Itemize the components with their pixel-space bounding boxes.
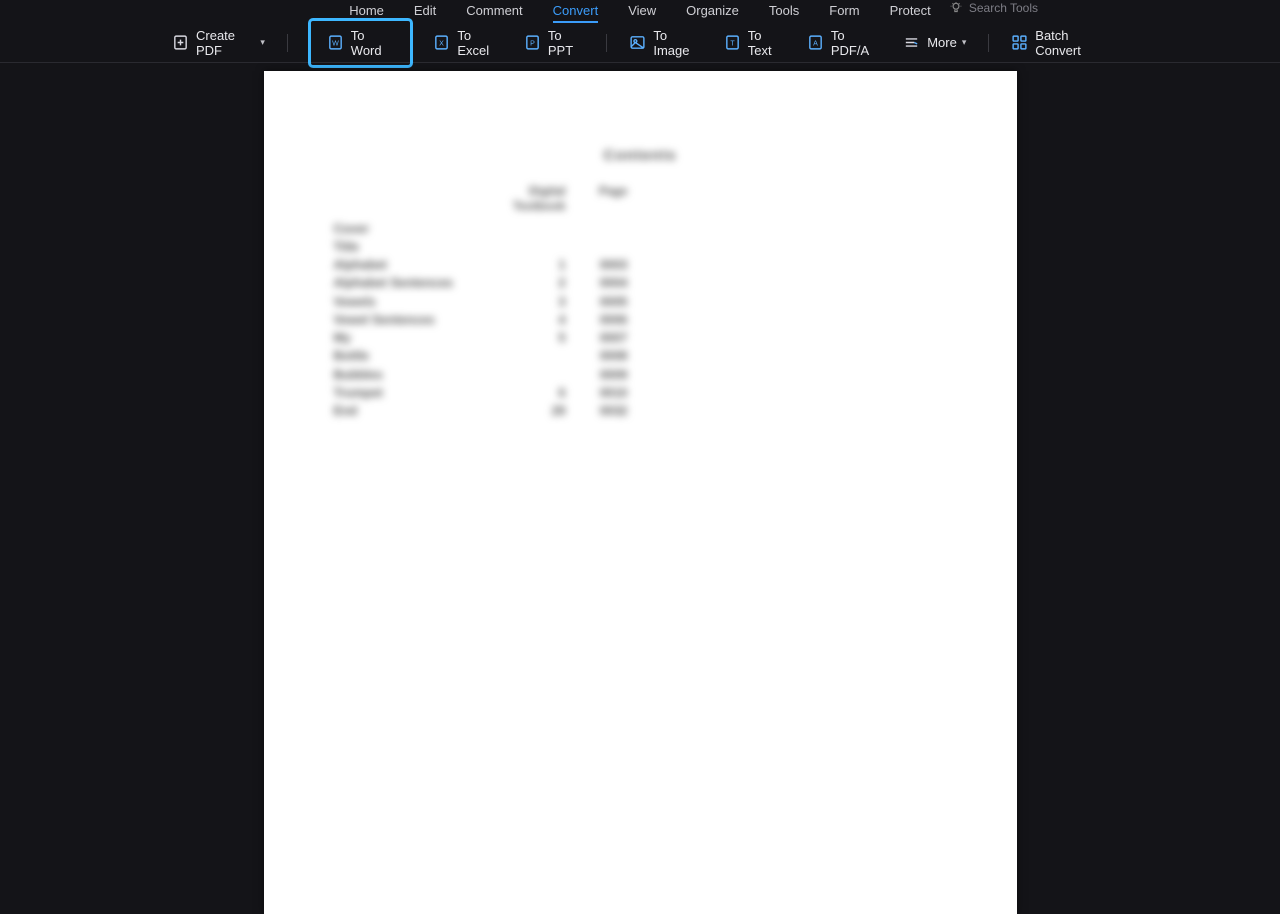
svg-text:T: T [730, 39, 735, 47]
pdfa-icon: A [807, 34, 824, 51]
batch-icon [1011, 34, 1028, 51]
doc-row: Trumpet60010 [334, 385, 947, 401]
svg-text:P: P [530, 39, 535, 47]
doc-row: Cover [334, 221, 947, 237]
image-icon [629, 34, 646, 51]
to-ppt-label: To PPT [548, 28, 585, 58]
main-menu-bar: Home Edit Comment Convert View Organize … [0, 0, 1280, 23]
doc-rows: Cover Title Alphabet10003 Alphabet Sentence… [334, 221, 947, 420]
to-ppt-button[interactable]: P To PPT [512, 23, 597, 63]
doc-row: Alphabet10003 [334, 257, 947, 273]
search-tools-label: Search Tools [969, 1, 1038, 15]
batch-convert-label: Batch Convert [1035, 28, 1108, 58]
svg-text:A: A [813, 39, 818, 47]
batch-convert-button[interactable]: Batch Convert [999, 23, 1120, 63]
more-button[interactable]: More ▾ [891, 29, 978, 56]
to-text-button[interactable]: T To Text [712, 23, 795, 63]
pdf-page: Contents Digital Textbook Page Cover Titl… [264, 71, 1017, 914]
separator [606, 34, 607, 52]
doc-header-row: Digital Textbook Page [334, 184, 947, 215]
to-word-button[interactable]: W To Word [308, 18, 414, 68]
menu-tools[interactable]: Tools [769, 3, 799, 23]
doc-row: Title [334, 239, 947, 255]
to-excel-button[interactable]: X To Excel [421, 23, 511, 63]
to-image-button[interactable]: To Image [617, 23, 711, 63]
menu-convert[interactable]: Convert [553, 3, 599, 23]
chevron-down-icon: ▾ [260, 37, 265, 48]
menu-organize[interactable]: Organize [686, 3, 739, 23]
menu-protect[interactable]: Protect [890, 3, 931, 23]
document-workspace[interactable]: Contents Digital Textbook Page Cover Titl… [0, 63, 1280, 914]
text-icon: T [724, 34, 741, 51]
menu-items: Home Edit Comment Convert View Organize … [349, 3, 931, 23]
search-tools[interactable]: Search Tools [949, 1, 1038, 15]
more-icon [903, 34, 920, 51]
menu-form[interactable]: Form [829, 3, 859, 23]
create-pdf-icon [172, 34, 189, 51]
doc-row: Alphabet Sentences20004 [334, 275, 947, 291]
doc-title: Contents [334, 146, 947, 166]
separator [988, 34, 989, 52]
more-label: More [927, 35, 957, 50]
to-word-label: To Word [351, 28, 393, 58]
menu-edit[interactable]: Edit [414, 3, 436, 23]
doc-row: Bottle0008 [334, 348, 947, 364]
word-icon: W [327, 34, 344, 51]
doc-row: My50007 [334, 330, 947, 346]
excel-icon: X [433, 34, 450, 51]
to-image-label: To Image [653, 28, 699, 58]
to-pdfa-label: To PDF/A [831, 28, 879, 58]
doc-row: Vowels30005 [334, 294, 947, 310]
create-pdf-button[interactable]: Create PDF ▾ [160, 23, 277, 63]
to-text-label: To Text [748, 28, 783, 58]
menu-comment[interactable]: Comment [466, 3, 522, 23]
doc-header-c3: Page [578, 184, 628, 215]
doc-header-c2: Digital Textbook [486, 184, 566, 215]
lightbulb-icon [949, 1, 963, 15]
to-excel-label: To Excel [457, 28, 499, 58]
doc-row: Bubbles0009 [334, 367, 947, 383]
to-pdfa-button[interactable]: A To PDF/A [795, 23, 891, 63]
menu-home[interactable]: Home [349, 3, 384, 23]
menu-view[interactable]: View [628, 3, 656, 23]
convert-toolbar: Create PDF ▾ W To Word X To Excel P To P… [0, 23, 1280, 63]
ppt-icon: P [524, 34, 541, 51]
separator [287, 34, 288, 52]
svg-text:W: W [332, 39, 339, 47]
create-pdf-label: Create PDF [196, 28, 255, 58]
chevron-down-icon: ▾ [962, 37, 967, 48]
doc-row: Vowel Sentences40006 [334, 312, 947, 328]
blurred-document-content: Contents Digital Textbook Page Cover Titl… [334, 146, 947, 419]
doc-row: End290032 [334, 403, 947, 419]
doc-header-c1 [334, 184, 474, 215]
svg-text:X: X [440, 39, 445, 47]
